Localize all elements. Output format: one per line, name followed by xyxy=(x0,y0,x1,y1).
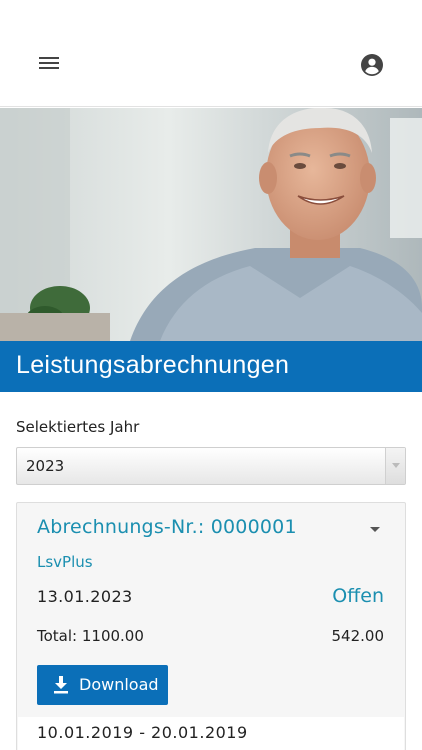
year-select[interactable]: 2023 xyxy=(16,447,406,485)
top-app-bar xyxy=(0,0,422,107)
page-title: Leistungsabrechnungen xyxy=(16,351,290,379)
billing-period-row: 10.01.2019 - 20.01.2019 xyxy=(18,717,404,750)
invoice-provider: LsvPlus xyxy=(37,553,93,571)
status-badge: Offen xyxy=(332,585,384,607)
invoice-date: 13.01.2023 xyxy=(37,587,133,606)
year-select-value: 2023 xyxy=(26,457,65,475)
year-select-label: Selektiertes Jahr xyxy=(16,418,140,436)
download-icon xyxy=(53,676,69,694)
invoice-open-amount: 542.00 xyxy=(331,627,385,645)
invoice-number: Abrechnungs-Nr.: 0000001 xyxy=(37,516,297,538)
download-button-label: Download xyxy=(79,675,159,694)
dropdown-arrow-icon xyxy=(385,448,405,484)
invoice-total: Total: 1100.00 xyxy=(37,627,144,645)
account-circle-icon[interactable] xyxy=(360,53,384,77)
page-title-bar: Leistungsabrechnungen xyxy=(0,341,422,392)
hamburger-menu-icon[interactable] xyxy=(36,53,62,77)
invoice-card: Abrechnungs-Nr.: 0000001 LsvPlus 13.01.2… xyxy=(16,502,406,750)
billing-period: 10.01.2019 - 20.01.2019 xyxy=(37,723,248,742)
expand-caret-icon[interactable] xyxy=(365,519,385,539)
hero-image xyxy=(0,108,422,341)
download-button[interactable]: Download xyxy=(37,665,168,705)
